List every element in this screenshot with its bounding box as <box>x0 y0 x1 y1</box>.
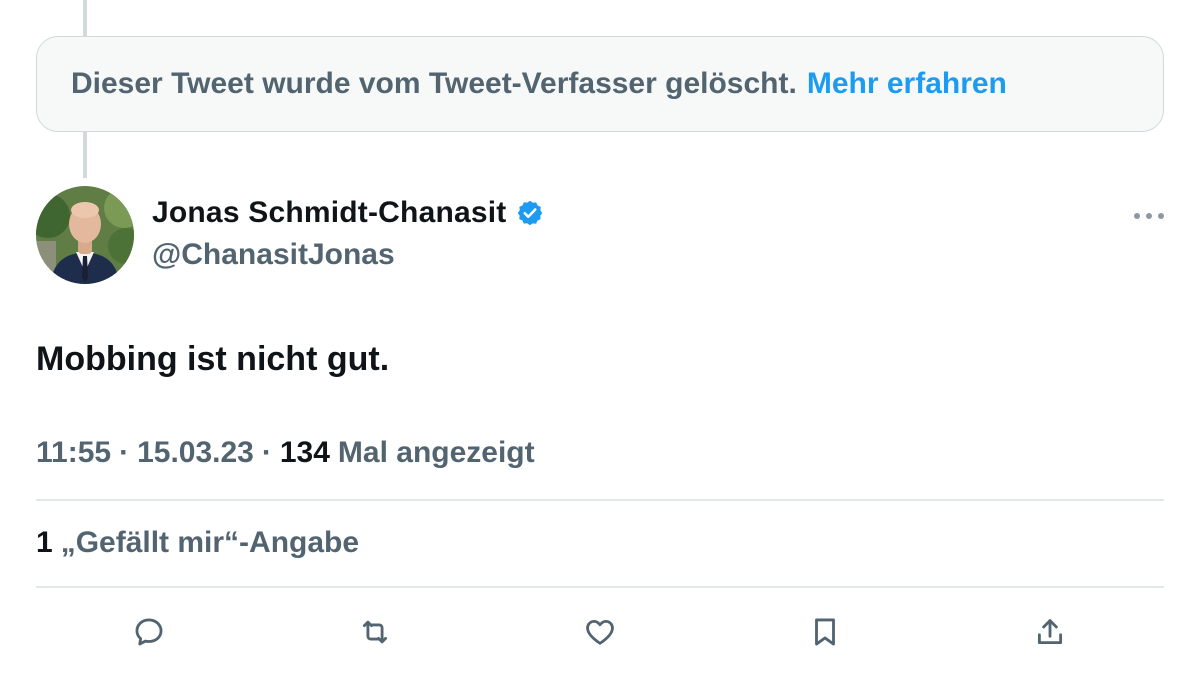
author-name-row: Jonas Schmidt-Chanasit <box>152 196 544 230</box>
views-count: 134 <box>279 436 330 469</box>
like-icon <box>586 619 614 645</box>
tweet-text: Mobbing ist nicht gut. <box>36 340 390 378</box>
author-handle[interactable]: @ChanasitJonas <box>152 238 544 272</box>
thread-connector-top <box>83 0 87 36</box>
dot <box>1158 213 1164 219</box>
share-icon <box>1037 619 1063 645</box>
more-options-icon[interactable] <box>1134 206 1164 226</box>
meta-separator: · <box>119 436 130 469</box>
dot <box>1146 213 1152 219</box>
share-button[interactable] <box>1026 608 1074 656</box>
deleted-notice-text: Dieser Tweet wurde vom Tweet-Verfasser g… <box>71 67 797 100</box>
divider <box>36 586 1164 588</box>
avatar[interactable] <box>36 186 134 284</box>
learn-more-link[interactable]: Mehr erfahren <box>807 67 1007 101</box>
like-button[interactable] <box>576 608 624 656</box>
author-name[interactable]: Jonas Schmidt-Chanasit <box>152 196 506 230</box>
likes-label: „Gefällt mir“-Angabe <box>60 526 360 559</box>
thread-connector <box>83 132 87 178</box>
tweet-time[interactable]: 11:55 <box>36 436 111 470</box>
likes-summary[interactable]: 1 „Gefällt mir“-Angabe <box>36 526 359 560</box>
likes-count: 1 <box>36 526 53 559</box>
action-bar <box>0 608 1200 656</box>
reply-button[interactable] <box>125 608 173 656</box>
bookmark-icon <box>815 618 835 646</box>
meta-separator: · <box>261 436 272 469</box>
verified-badge-icon <box>518 200 543 226</box>
divider <box>36 499 1164 501</box>
author-block: Jonas Schmidt-Chanasit @ChanasitJonas <box>152 196 544 272</box>
reply-icon <box>135 618 163 646</box>
tweet-meta: 11:55 · 15.03.23 · 134 Mal angezeigt <box>36 436 535 470</box>
retweet-button[interactable] <box>351 608 399 656</box>
retweet-icon <box>362 620 388 644</box>
bookmark-button[interactable] <box>801 608 849 656</box>
dot <box>1134 213 1140 219</box>
tweet-detail-page: Dieser Tweet wurde vom Tweet-Verfasser g… <box>0 0 1200 673</box>
tweet-date[interactable]: 15.03.23 <box>137 436 254 470</box>
views-label: Mal angezeigt <box>337 436 535 469</box>
deleted-tweet-notice: Dieser Tweet wurde vom Tweet-Verfasser g… <box>36 36 1164 132</box>
avatar-image <box>36 186 134 284</box>
